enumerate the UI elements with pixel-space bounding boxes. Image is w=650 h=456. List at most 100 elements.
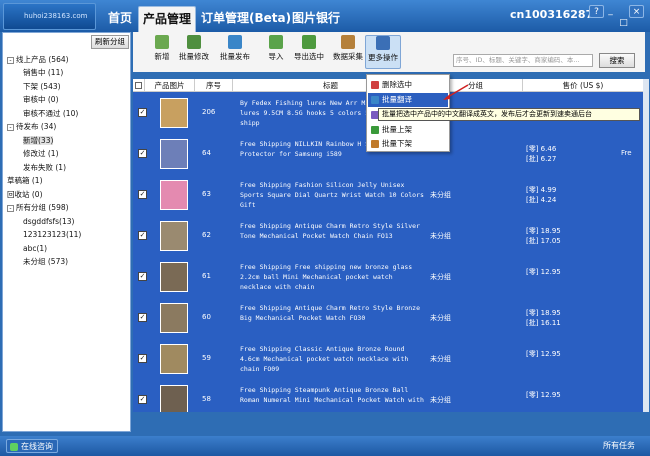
tree-node[interactable]: 123123123(11) [23,228,81,241]
title-bar: huhoi238163.com 首页 产品管理 订单管理(Beta) 图片银行 … [0,0,650,32]
app-logo: huhoi238163.com [3,3,96,30]
row-retail-price: [零] 6.46 [526,145,557,153]
toolbar-button[interactable]: 批量发布 [216,35,254,69]
tab-image-bank[interactable]: 图片银行 [288,6,344,32]
toolbar-button[interactable]: 更多操作 [365,35,401,69]
tree-node[interactable]: 未分组 (573) [23,255,68,268]
close-button[interactable]: × [629,5,644,18]
toolbar-button[interactable]: 批量修改 [175,35,213,69]
tree-node[interactable]: 回收站 (0) [7,188,43,201]
row-wholesale-price: [批] 17.05 [526,237,561,245]
menu-item[interactable]: 批量下架 [368,137,448,151]
online-consult-label: 在线咨询 [21,442,53,451]
refresh-groups-button[interactable]: 刷新分组 [91,35,129,49]
tree-node-label: 回收站 (0) [7,190,43,199]
menu-item[interactable]: 批量翻译 [368,93,448,107]
search-button[interactable]: 搜索 [599,53,635,68]
tree-node[interactable]: - 待发布 (34) [7,120,56,133]
tree-node[interactable]: 新增(33) [23,134,54,147]
tree-node-label: 未分组 (573) [23,257,69,266]
tree-node[interactable]: 下架 (543) [23,80,61,93]
tree-node[interactable]: 发布失败 (1) [23,161,66,174]
collapse-toggle-icon[interactable]: - [7,56,14,64]
row-retail-price: [零] 12.95 [526,350,561,358]
tree-node[interactable]: dsgddfsfs(13) [23,215,74,228]
row-number: 59 [202,354,211,362]
table-row[interactable]: ✓ 61 Free Shipping Free shipping new bronz… [133,257,643,298]
tree-node-label: 草稿箱 (1) [7,176,43,185]
tree-node-label: 新增(33) [23,136,54,145]
header-number: 序号 [195,79,233,92]
help-button[interactable]: ? [589,5,604,18]
tree-node[interactable]: - 所有分组 (598) [7,201,69,214]
row-retail-price: [零] 12.95 [526,268,561,276]
row-checkbox[interactable]: ✓ [138,395,147,404]
row-checkbox[interactable]: ✓ [138,108,147,117]
collapse-toggle-icon[interactable]: - [7,123,14,131]
tab-orders[interactable]: 订单管理(Beta) [197,6,295,32]
tree-node-label: 审核中 (0) [23,95,59,104]
tree-node[interactable]: 修改过 (1) [23,147,59,160]
table-row[interactable]: ✓ 63 Free Shipping Fashion Silicon Jelly U… [133,175,643,216]
table-row[interactable]: ✓ 58 Free Shipping Steampunk Antique Bronz… [133,380,643,412]
tree-node-label: 发布失败 (1) [23,163,67,172]
menu-item[interactable]: 删除选中 [368,78,448,92]
row-title: Free Shipping Steampunk Antique Bronze B… [240,386,424,404]
all-tasks-button[interactable]: 所有任务 [603,440,635,451]
online-consult-button[interactable]: 在线咨询 [6,439,58,453]
tab-home[interactable]: 首页 [104,6,136,32]
row-checkbox[interactable]: ✓ [138,190,147,199]
export-icon [302,35,316,49]
header-select-all[interactable] [133,79,145,92]
header-image: 产品图片 [145,79,195,92]
row-checkbox[interactable]: ✓ [138,354,147,363]
tree-node[interactable]: 草稿箱 (1) [7,174,43,187]
table-row[interactable]: ✓ 60 Free Shipping Antique Charm Retro Sty… [133,298,643,339]
minimize-button[interactable]: _ [603,5,618,18]
tree-node[interactable]: 审核不通过 (10) [23,107,78,120]
row-title: Free Shipping Free shipping new bronze g… [240,263,413,291]
row-number: 63 [202,190,211,198]
collapse-toggle-icon[interactable]: - [7,204,14,212]
batch-edit-icon [187,35,201,49]
account-name: cn1003162878 [510,8,601,21]
tree-node[interactable]: 审核中 (0) [23,93,59,106]
tree-node-label: 下架 (543) [23,82,61,91]
row-wholesale-price: [批] 16.11 [526,319,561,327]
vertical-scrollbar[interactable] [643,79,649,412]
menu-item[interactable]: 批量上架 [368,123,448,137]
row-number: 58 [202,395,211,403]
tree-node-label: 待发布 (34) [16,122,57,131]
tab-products[interactable]: 产品管理 [138,6,197,32]
row-title: Free Shipping Classic Antique Bronze Rou… [240,345,409,373]
row-retail-price: [零] 18.95 [526,227,561,235]
row-number: 61 [202,272,211,280]
menu-item-label: 批量下架 [382,139,412,148]
tree-node-label: abc(1) [23,244,48,253]
row-checkbox[interactable]: ✓ [138,313,147,322]
row-number: 62 [202,231,211,239]
translate-icon [371,96,379,104]
toolbar-button[interactable]: 导出选中 [290,35,328,69]
row-group: 未分组 [430,355,451,363]
tree-node[interactable]: - 线上产品 (564) [7,53,69,66]
row-checkbox[interactable]: ✓ [138,149,147,158]
toolbar: 新增 批量修改 批量发布 导入 导出选中 数据采集 更多操作 序号、ID、标题、关键字、商家… [133,32,645,72]
tree-node[interactable]: 销售中 (11) [23,66,63,79]
row-checkbox[interactable]: ✓ [138,272,147,281]
table-row[interactable]: ✓ 59 Free Shipping Classic Antique Bronze … [133,339,643,380]
tree-node[interactable]: abc(1) [23,242,47,255]
maximize-button[interactable]: □ [616,17,631,30]
row-retail-price: [零] 12.95 [526,391,561,399]
row-group: 未分组 [430,191,451,199]
tree-node-label: dsgddfsfs(13) [23,217,75,226]
data-collect-icon [341,35,355,49]
row-group: 未分组 [430,314,451,322]
row-checkbox[interactable]: ✓ [138,231,147,240]
product-thumbnail [160,385,188,412]
search-input[interactable]: 序号、ID、标题、关键字、商家编码、本... [453,54,593,67]
toolbar-button[interactable]: 数据采集 [329,35,367,69]
row-group: 未分组 [430,273,451,281]
translate-tooltip: 批量把选中产品中的中文翻译成英文，发布后才会更新到速卖通后台 [378,108,640,121]
table-row[interactable]: ✓ 62 Free Shipping Antique Charm Retro Sty… [133,216,643,257]
